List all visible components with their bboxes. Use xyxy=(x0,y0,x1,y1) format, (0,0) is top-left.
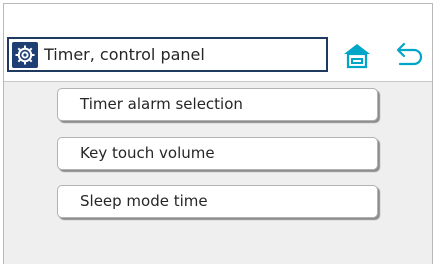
back-button[interactable] xyxy=(390,40,426,70)
home-icon xyxy=(344,44,370,69)
timer-alarm-selection-button[interactable]: Timer alarm selection xyxy=(57,88,378,121)
sleep-mode-time-button[interactable]: Sleep mode time xyxy=(57,185,378,218)
menu-content: Timer alarm selection Key touch volume S… xyxy=(4,81,432,264)
back-arrow-icon xyxy=(396,42,423,66)
key-touch-volume-button[interactable]: Key touch volume xyxy=(57,137,378,170)
page-title: Timer, control panel xyxy=(44,45,205,64)
menu-item-label: Sleep mode time xyxy=(80,192,208,210)
home-button[interactable] xyxy=(340,40,374,70)
title-box: Timer, control panel xyxy=(7,37,328,72)
menu-item-label: Timer alarm selection xyxy=(80,95,243,113)
menu-item-label: Key touch volume xyxy=(80,144,215,162)
control-panel-screen: Timer, control panel Timer alarm selecti… xyxy=(3,3,433,264)
gear-icon xyxy=(12,42,38,68)
header-bar: Timer, control panel xyxy=(4,35,432,77)
